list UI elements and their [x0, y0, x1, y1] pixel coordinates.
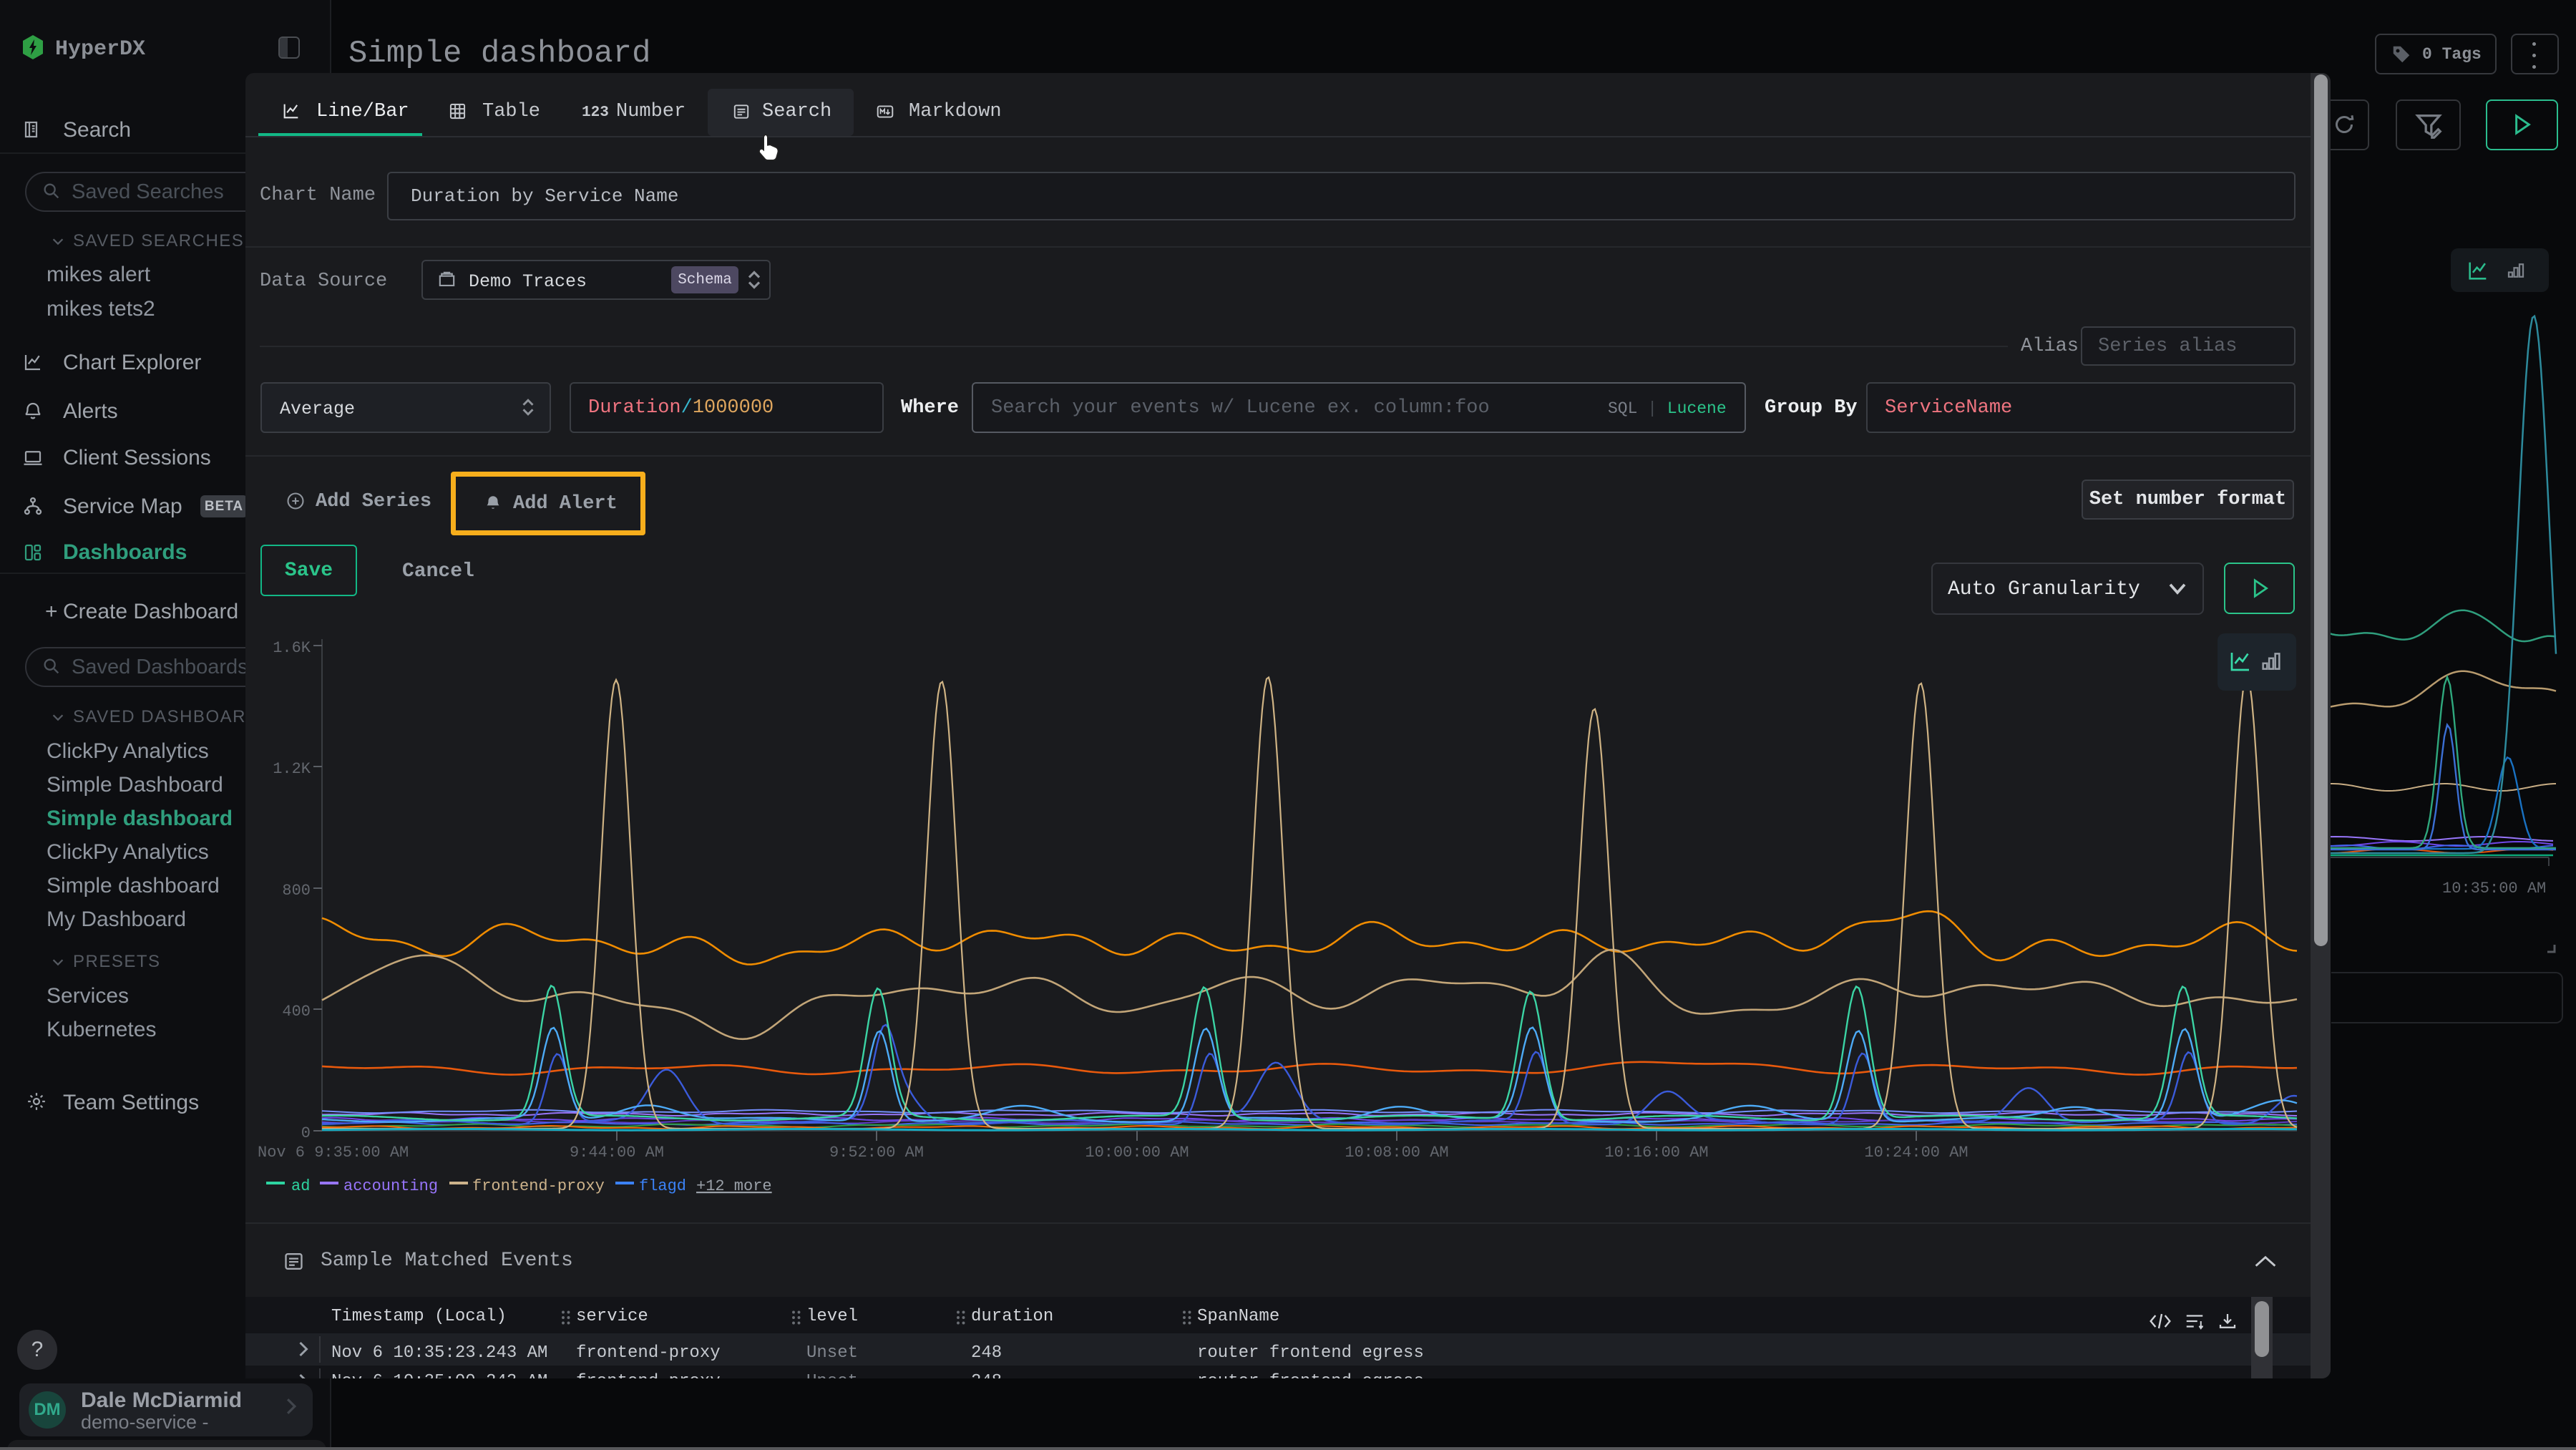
svg-text:800: 800: [282, 882, 311, 900]
svg-text:flagd: flagd: [639, 1177, 686, 1195]
svg-text:frontend-proxy: frontend-proxy: [472, 1177, 605, 1195]
svg-text:10:24:00 AM: 10:24:00 AM: [1864, 1144, 1968, 1162]
svg-text:10:16:00 AM: 10:16:00 AM: [1604, 1144, 1708, 1162]
svg-text:ad: ad: [291, 1177, 310, 1195]
svg-text:1.6K: 1.6K: [273, 639, 311, 657]
svg-text:+12 more: +12 more: [696, 1177, 772, 1195]
svg-text:1.2K: 1.2K: [273, 760, 311, 778]
svg-text:9:44:00 AM: 9:44:00 AM: [570, 1144, 664, 1162]
svg-text:10:00:00 AM: 10:00:00 AM: [1085, 1144, 1189, 1162]
svg-text:10:08:00 AM: 10:08:00 AM: [1345, 1144, 1448, 1162]
svg-text:9:52:00 AM: 9:52:00 AM: [829, 1144, 924, 1162]
svg-text:0: 0: [301, 1124, 311, 1142]
svg-text:400: 400: [282, 1003, 311, 1021]
svg-text:Nov 6 9:35:00 AM: Nov 6 9:35:00 AM: [258, 1144, 409, 1162]
svg-text:accounting: accounting: [343, 1177, 438, 1195]
